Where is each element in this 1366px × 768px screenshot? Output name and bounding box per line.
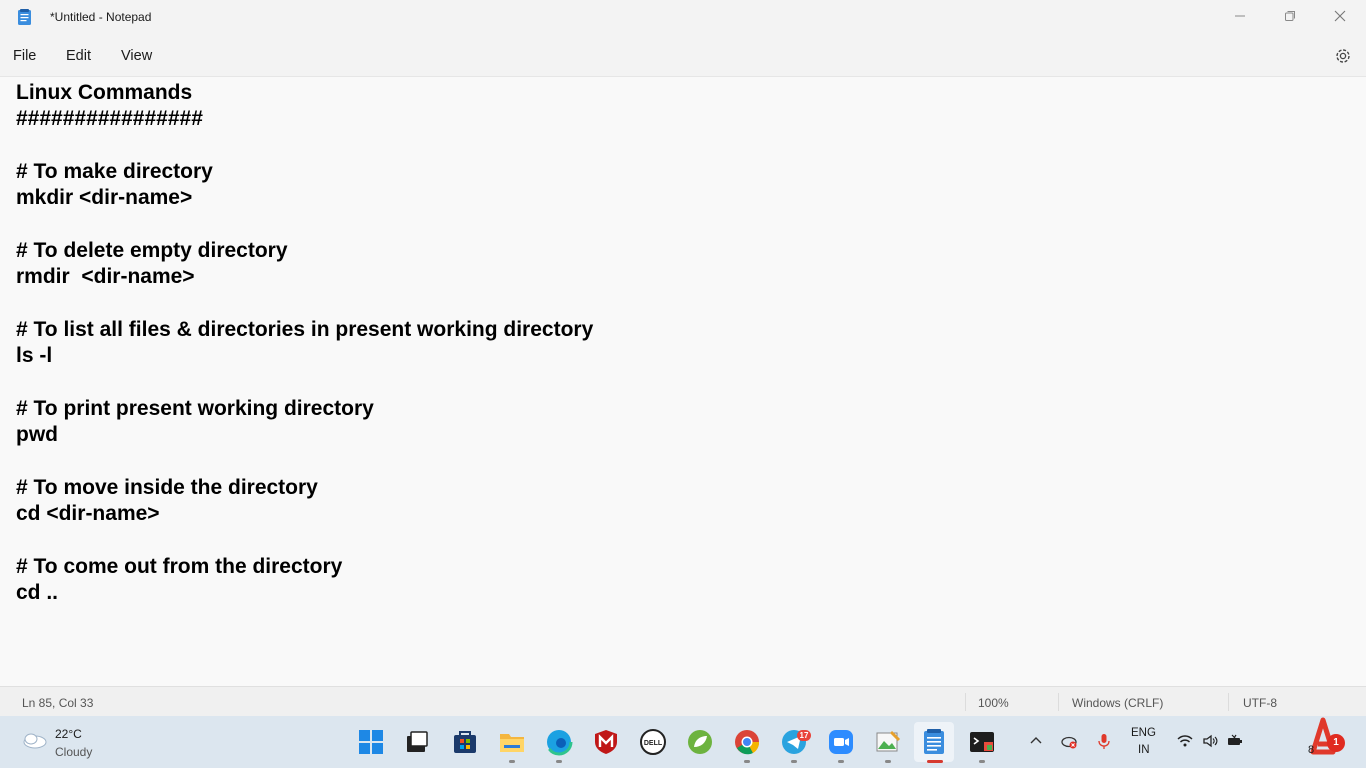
language-region[interactable]: IN xyxy=(1138,744,1150,756)
battery-icon[interactable] xyxy=(1226,732,1244,750)
clock-partial[interactable]: 8 xyxy=(1308,744,1314,756)
notepad-icon[interactable] xyxy=(920,728,948,756)
weather-temp[interactable]: 22°C xyxy=(55,727,82,741)
editor-line: cd <dir-name> xyxy=(16,502,160,525)
svg-text:DELL: DELL xyxy=(644,740,663,747)
language-indicator[interactable]: ENG xyxy=(1131,727,1156,739)
editor-line: # To print present working directory xyxy=(16,397,374,420)
editor-line: pwd xyxy=(16,423,58,446)
editor-line: rmdir <dir-name> xyxy=(16,265,195,288)
maximize-button[interactable] xyxy=(1265,0,1315,32)
menu-edit[interactable]: Edit xyxy=(66,48,91,64)
start-icon[interactable] xyxy=(357,728,385,756)
running-indicator xyxy=(979,760,985,763)
minimize-icon xyxy=(1235,15,1245,17)
task-view-icon[interactable] xyxy=(403,728,431,756)
editor-line: # To delete empty directory xyxy=(16,239,288,262)
notepad-icon xyxy=(18,9,31,25)
file-explorer-icon[interactable] xyxy=(498,728,526,756)
running-indicator xyxy=(791,760,797,763)
onedrive-icon[interactable] xyxy=(1060,732,1078,750)
editor-line: mkdir <dir-name> xyxy=(16,186,193,209)
mcafee-icon[interactable] xyxy=(592,728,620,756)
editor-line: ################ xyxy=(16,107,203,130)
window-title: *Untitled - Notepad xyxy=(50,10,152,24)
running-indicator xyxy=(509,760,515,763)
terminal-icon[interactable] xyxy=(968,728,996,756)
close-icon xyxy=(1334,10,1346,22)
status-divider xyxy=(1228,693,1229,711)
restore-icon xyxy=(1285,11,1295,21)
chevron-up-icon[interactable] xyxy=(1027,732,1045,750)
close-button[interactable] xyxy=(1315,0,1365,32)
microphone-icon[interactable] xyxy=(1095,732,1113,750)
title-bar: *Untitled - Notepad xyxy=(0,0,1366,36)
minimize-button[interactable] xyxy=(1215,0,1265,32)
weather-desc[interactable]: Cloudy xyxy=(55,745,92,759)
running-indicator xyxy=(838,760,844,763)
status-bar: Ln 85, Col 33 100% Windows (CRLF) UTF-8 xyxy=(0,686,1366,716)
zoom-icon[interactable] xyxy=(827,728,855,756)
editor-line: ls -l xyxy=(16,344,53,367)
wifi-icon[interactable] xyxy=(1176,732,1194,750)
notification-badge[interactable]: 1 xyxy=(1327,734,1345,752)
zoom-level: 100% xyxy=(978,696,1009,710)
dell-icon[interactable]: DELL xyxy=(639,728,667,756)
encoding: UTF-8 xyxy=(1243,696,1277,710)
running-indicator xyxy=(744,760,750,763)
editor-line: # To move inside the directory xyxy=(16,476,318,499)
editor-line: Linux Commands xyxy=(16,81,193,104)
taskbar: 22°C Cloudy DELL 17 ENG IN 8 1 xyxy=(0,716,1366,768)
cloud-icon[interactable] xyxy=(20,730,48,750)
menu-view[interactable]: View xyxy=(121,48,152,64)
store-icon[interactable] xyxy=(451,728,479,756)
image-editor-icon[interactable] xyxy=(874,728,902,756)
spring-icon[interactable] xyxy=(686,728,714,756)
editor-line: # To make directory xyxy=(16,160,213,183)
volume-icon[interactable] xyxy=(1201,732,1219,750)
chrome-icon[interactable] xyxy=(733,728,761,756)
editor-line: # To come out from the directory xyxy=(16,555,343,578)
menu-bar: File Edit View xyxy=(0,40,1366,74)
text-editor[interactable]: Linux Commands ################ # To mak… xyxy=(0,76,1366,686)
editor-line: # To list all files & directories in pre… xyxy=(16,318,594,341)
editor-line: cd .. xyxy=(16,581,59,604)
line-ending: Windows (CRLF) xyxy=(1072,696,1164,710)
running-indicator xyxy=(556,760,562,763)
status-divider xyxy=(965,693,966,711)
running-indicator xyxy=(885,760,891,763)
status-divider xyxy=(1058,693,1059,711)
menu-file[interactable]: File xyxy=(13,48,36,64)
telegram-badge: 17 xyxy=(797,730,811,741)
edge-icon[interactable] xyxy=(545,728,573,756)
cursor-position: Ln 85, Col 33 xyxy=(22,696,94,710)
gear-icon[interactable] xyxy=(1333,46,1353,66)
active-indicator xyxy=(927,760,943,763)
